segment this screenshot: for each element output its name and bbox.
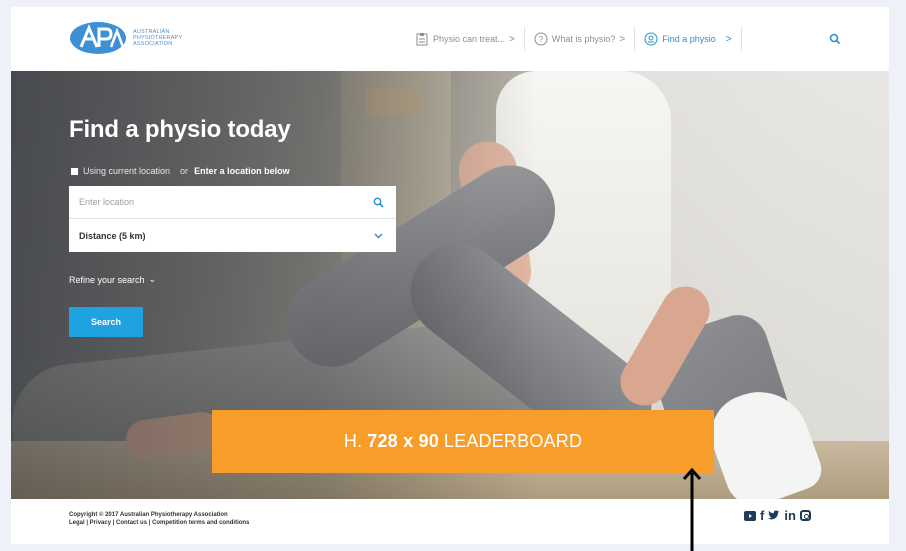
- search-icon[interactable]: [829, 33, 841, 45]
- current-location-label[interactable]: Using current location: [83, 166, 170, 176]
- linkedin-icon[interactable]: in: [784, 508, 796, 523]
- refine-label: Refine your search: [69, 274, 145, 285]
- facebook-icon[interactable]: f: [760, 508, 764, 523]
- location-options: Using current location or Enter a locati…: [71, 166, 290, 176]
- copyright-text: Copyright © 2017 Australian Physiotherap…: [69, 512, 228, 518]
- up-arrow-annotation: [682, 467, 702, 551]
- logo-text: AUSTRALIAN PHYSIOTHERAPY ASSOCIATION: [133, 29, 195, 47]
- chevron-down-icon: ⌄: [148, 274, 157, 284]
- footer-links[interactable]: Legal | Privacy | Contact us | Competiti…: [69, 519, 249, 527]
- refine-search-toggle[interactable]: Refine your search ⌄: [69, 274, 156, 285]
- distance-select[interactable]: Distance (5 km): [69, 219, 396, 252]
- chevron-down-icon: [374, 233, 383, 239]
- location-input[interactable]: [79, 197, 359, 207]
- page-frame: AUSTRALIAN PHYSIOTHERAPY ASSOCIATION Phy…: [11, 7, 889, 544]
- nav-item-what-is-physio[interactable]: ? What is physio? >: [525, 27, 636, 51]
- clipboard-icon: [416, 33, 428, 46]
- footer-text: Copyright © 2017 Australian Physiotherap…: [69, 511, 249, 527]
- nav-item-find-a-physio[interactable]: Find a physio >: [635, 27, 742, 51]
- site-header: AUSTRALIAN PHYSIOTHERAPY ASSOCIATION Phy…: [11, 7, 889, 71]
- nav-label: Physio can treat...: [433, 34, 506, 44]
- current-location-checkbox[interactable]: [71, 167, 78, 175]
- nav-label: What is physio?: [551, 34, 616, 44]
- leaderboard-size: 728 x 90: [367, 431, 439, 451]
- page-title: Find a physio today: [69, 116, 291, 143]
- instagram-icon[interactable]: [799, 510, 811, 521]
- main-nav: Physio can treat... > ? What is physio? …: [406, 27, 742, 51]
- search-button[interactable]: Search: [69, 307, 143, 337]
- chevron-right-icon: >: [725, 33, 732, 45]
- distance-value: Distance (5 km): [79, 230, 146, 241]
- nav-label: Find a physio: [662, 34, 716, 44]
- or-label: or: [180, 166, 189, 176]
- chevron-right-icon: >: [509, 33, 515, 45]
- svg-text:?: ?: [539, 35, 544, 44]
- chevron-right-icon: >: [619, 33, 626, 45]
- search-icon[interactable]: [373, 197, 384, 208]
- leaderboard-ad-placeholder: H. 728 x 90 LEADERBOARD: [212, 410, 714, 473]
- social-links: f in: [744, 508, 811, 523]
- logo-line-3: ASSOCIATION: [133, 41, 173, 47]
- twitter-icon[interactable]: [768, 510, 780, 521]
- leaderboard-prefix: H.: [343, 431, 363, 451]
- hero-section: Find a physio today Using current locati…: [11, 71, 889, 499]
- location-field: [69, 186, 396, 219]
- leaderboard-suffix: LEADERBOARD: [443, 431, 583, 451]
- apa-logo-mark: [70, 22, 126, 54]
- nav-item-physio-can-treat[interactable]: Physio can treat... >: [406, 27, 525, 51]
- question-icon: ?: [534, 32, 548, 46]
- enter-location-label: Enter a location below: [194, 166, 290, 176]
- location-icon: [644, 32, 658, 46]
- site-footer: Copyright © 2017 Australian Physiotherap…: [11, 499, 889, 544]
- youtube-icon[interactable]: [744, 510, 756, 521]
- apa-logo[interactable]: AUSTRALIAN PHYSIOTHERAPY ASSOCIATION: [69, 21, 195, 55]
